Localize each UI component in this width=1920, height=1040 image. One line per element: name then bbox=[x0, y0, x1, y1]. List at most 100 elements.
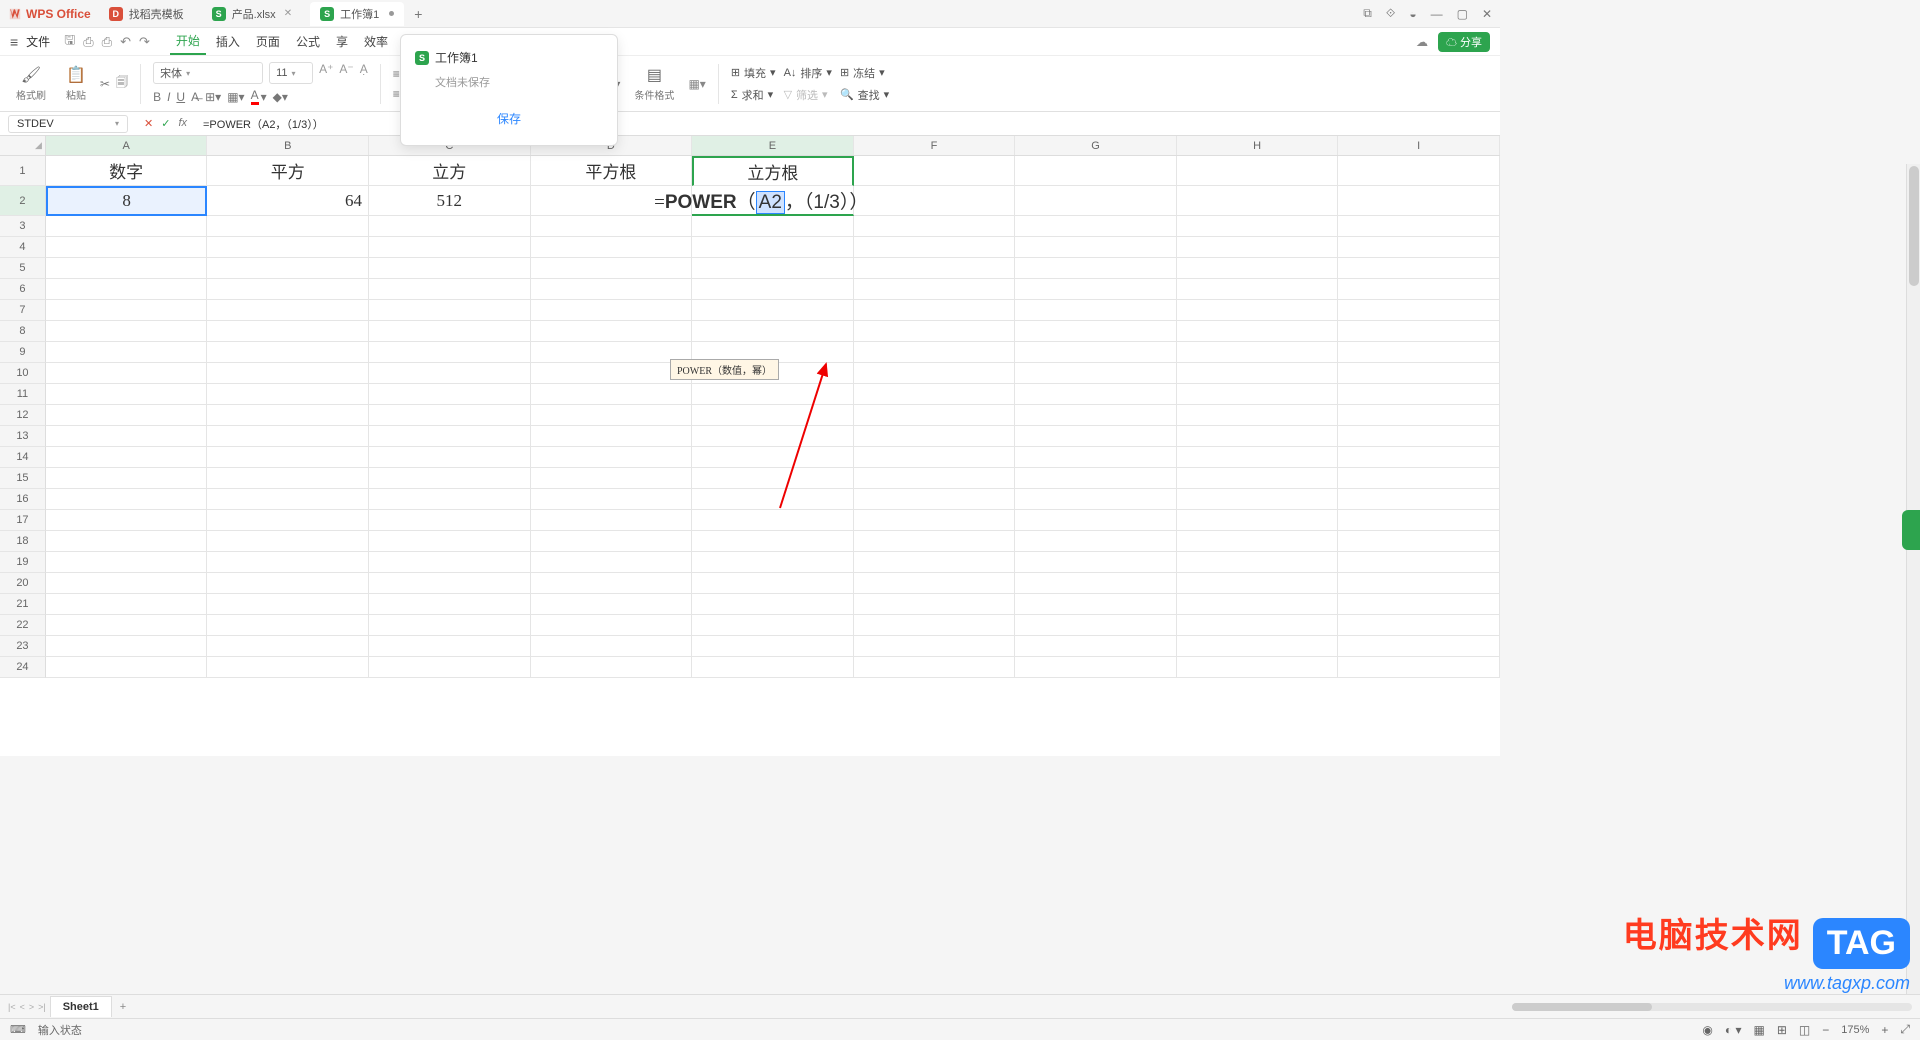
cell[interactable] bbox=[531, 321, 693, 342]
format-brush[interactable]: 🖌格式刷 bbox=[10, 65, 52, 102]
cell[interactable] bbox=[1177, 342, 1339, 363]
cell[interactable] bbox=[46, 405, 208, 426]
cell[interactable] bbox=[1177, 321, 1339, 342]
cell[interactable] bbox=[207, 510, 369, 531]
menu-share[interactable]: 享 bbox=[330, 29, 354, 54]
col-H[interactable]: H bbox=[1177, 136, 1339, 155]
cell[interactable] bbox=[1015, 636, 1177, 657]
col-F[interactable]: F bbox=[854, 136, 1016, 155]
cell[interactable] bbox=[1338, 321, 1500, 342]
add-sheet-button[interactable]: + bbox=[120, 1001, 126, 1013]
cell-I1[interactable] bbox=[1338, 156, 1500, 186]
cell[interactable] bbox=[1338, 489, 1500, 510]
cell[interactable] bbox=[46, 426, 208, 447]
bold-icon[interactable]: B bbox=[153, 90, 161, 104]
cell[interactable] bbox=[46, 468, 208, 489]
cell-F2[interactable] bbox=[854, 186, 1016, 216]
cell[interactable] bbox=[1015, 657, 1177, 678]
row-header[interactable]: 20 bbox=[0, 573, 46, 594]
cell[interactable] bbox=[369, 594, 531, 615]
tab-workbook1[interactable]: S工作簿1 bbox=[310, 2, 404, 26]
cell[interactable] bbox=[1338, 468, 1500, 489]
cell[interactable] bbox=[46, 321, 208, 342]
cell[interactable] bbox=[207, 216, 369, 237]
row-header[interactable]: 13 bbox=[0, 426, 46, 447]
row-header[interactable]: 9 bbox=[0, 342, 46, 363]
cell[interactable] bbox=[46, 531, 208, 552]
keyboard-icon[interactable]: ⌨ bbox=[10, 1023, 26, 1036]
row-header[interactable]: 23 bbox=[0, 636, 46, 657]
cell-B2[interactable]: 64 bbox=[207, 186, 369, 216]
cell[interactable] bbox=[692, 258, 854, 279]
cell[interactable] bbox=[207, 468, 369, 489]
menu-efficiency[interactable]: 效率 bbox=[358, 29, 394, 54]
cell-D1[interactable]: 平方根 bbox=[531, 156, 693, 186]
cell[interactable] bbox=[854, 405, 1016, 426]
cell[interactable] bbox=[1338, 573, 1500, 594]
cell[interactable] bbox=[369, 384, 531, 405]
cell[interactable] bbox=[1015, 237, 1177, 258]
cell[interactable] bbox=[692, 321, 854, 342]
paste-button[interactable]: 📋粘贴 bbox=[60, 65, 92, 102]
cell[interactable] bbox=[1015, 216, 1177, 237]
row-header[interactable]: 7 bbox=[0, 300, 46, 321]
minimize-icon[interactable]: — bbox=[1431, 7, 1443, 21]
spreadsheet-grid[interactable]: ◢ A B C D E F G H I 1 数字 平方 立方 平方根 立方根 2… bbox=[0, 136, 1500, 756]
cell[interactable] bbox=[1338, 237, 1500, 258]
col-A[interactable]: A bbox=[46, 136, 208, 155]
filter-button[interactable]: ▽ 筛选 ▾ bbox=[784, 87, 832, 103]
cell[interactable] bbox=[1338, 216, 1500, 237]
cell[interactable] bbox=[531, 237, 693, 258]
cancel-formula-icon[interactable]: ✕ bbox=[144, 117, 153, 130]
row-header[interactable]: 12 bbox=[0, 405, 46, 426]
cell-G2[interactable] bbox=[1015, 186, 1177, 216]
cell[interactable] bbox=[854, 216, 1016, 237]
cell[interactable] bbox=[854, 594, 1016, 615]
clear-format-icon[interactable]: Ạ bbox=[360, 62, 368, 84]
row-header[interactable]: 17 bbox=[0, 510, 46, 531]
cell[interactable] bbox=[207, 279, 369, 300]
row-header[interactable]: 4 bbox=[0, 237, 46, 258]
cell[interactable] bbox=[207, 489, 369, 510]
next-sheet-icon[interactable]: > bbox=[29, 1002, 34, 1012]
cell[interactable] bbox=[369, 258, 531, 279]
row-header[interactable]: 15 bbox=[0, 468, 46, 489]
cell[interactable] bbox=[1177, 237, 1339, 258]
cell[interactable] bbox=[369, 636, 531, 657]
fill-button[interactable]: ⊞ 填充 ▾ bbox=[731, 65, 776, 81]
cell-H2[interactable] bbox=[1177, 186, 1339, 216]
cell[interactable] bbox=[531, 573, 693, 594]
undo-icon[interactable]: ↶ bbox=[120, 34, 131, 50]
close-icon[interactable]: ✕ bbox=[1482, 7, 1492, 21]
cell[interactable] bbox=[1177, 531, 1339, 552]
cell[interactable] bbox=[1015, 531, 1177, 552]
cell[interactable] bbox=[1177, 489, 1339, 510]
cell-A1[interactable]: 数字 bbox=[46, 156, 208, 186]
cell[interactable] bbox=[369, 405, 531, 426]
cell[interactable] bbox=[1338, 426, 1500, 447]
cell[interactable] bbox=[1015, 447, 1177, 468]
cell[interactable] bbox=[207, 552, 369, 573]
cell[interactable] bbox=[1177, 573, 1339, 594]
row-header[interactable]: 2 bbox=[0, 186, 46, 216]
cell[interactable] bbox=[207, 321, 369, 342]
strike-icon[interactable]: A̶ bbox=[191, 90, 199, 104]
cell[interactable] bbox=[854, 636, 1016, 657]
cell[interactable] bbox=[692, 300, 854, 321]
cell[interactable] bbox=[531, 279, 693, 300]
file-menu[interactable]: 文件 bbox=[26, 33, 50, 50]
cell[interactable] bbox=[46, 594, 208, 615]
cell[interactable] bbox=[531, 510, 693, 531]
cell[interactable] bbox=[1338, 258, 1500, 279]
cell-style-icon[interactable]: ▦▾ bbox=[227, 90, 244, 104]
cell[interactable] bbox=[1338, 342, 1500, 363]
zoom-level[interactable]: 175% bbox=[1841, 1024, 1869, 1036]
cell[interactable] bbox=[531, 552, 693, 573]
cell[interactable] bbox=[46, 237, 208, 258]
cell[interactable] bbox=[1177, 279, 1339, 300]
zoom-in-icon[interactable]: + bbox=[1881, 1023, 1888, 1037]
cell[interactable] bbox=[46, 552, 208, 573]
print-preview-icon[interactable]: ⎙ bbox=[83, 34, 93, 50]
cell[interactable] bbox=[207, 384, 369, 405]
col-G[interactable]: G bbox=[1015, 136, 1177, 155]
